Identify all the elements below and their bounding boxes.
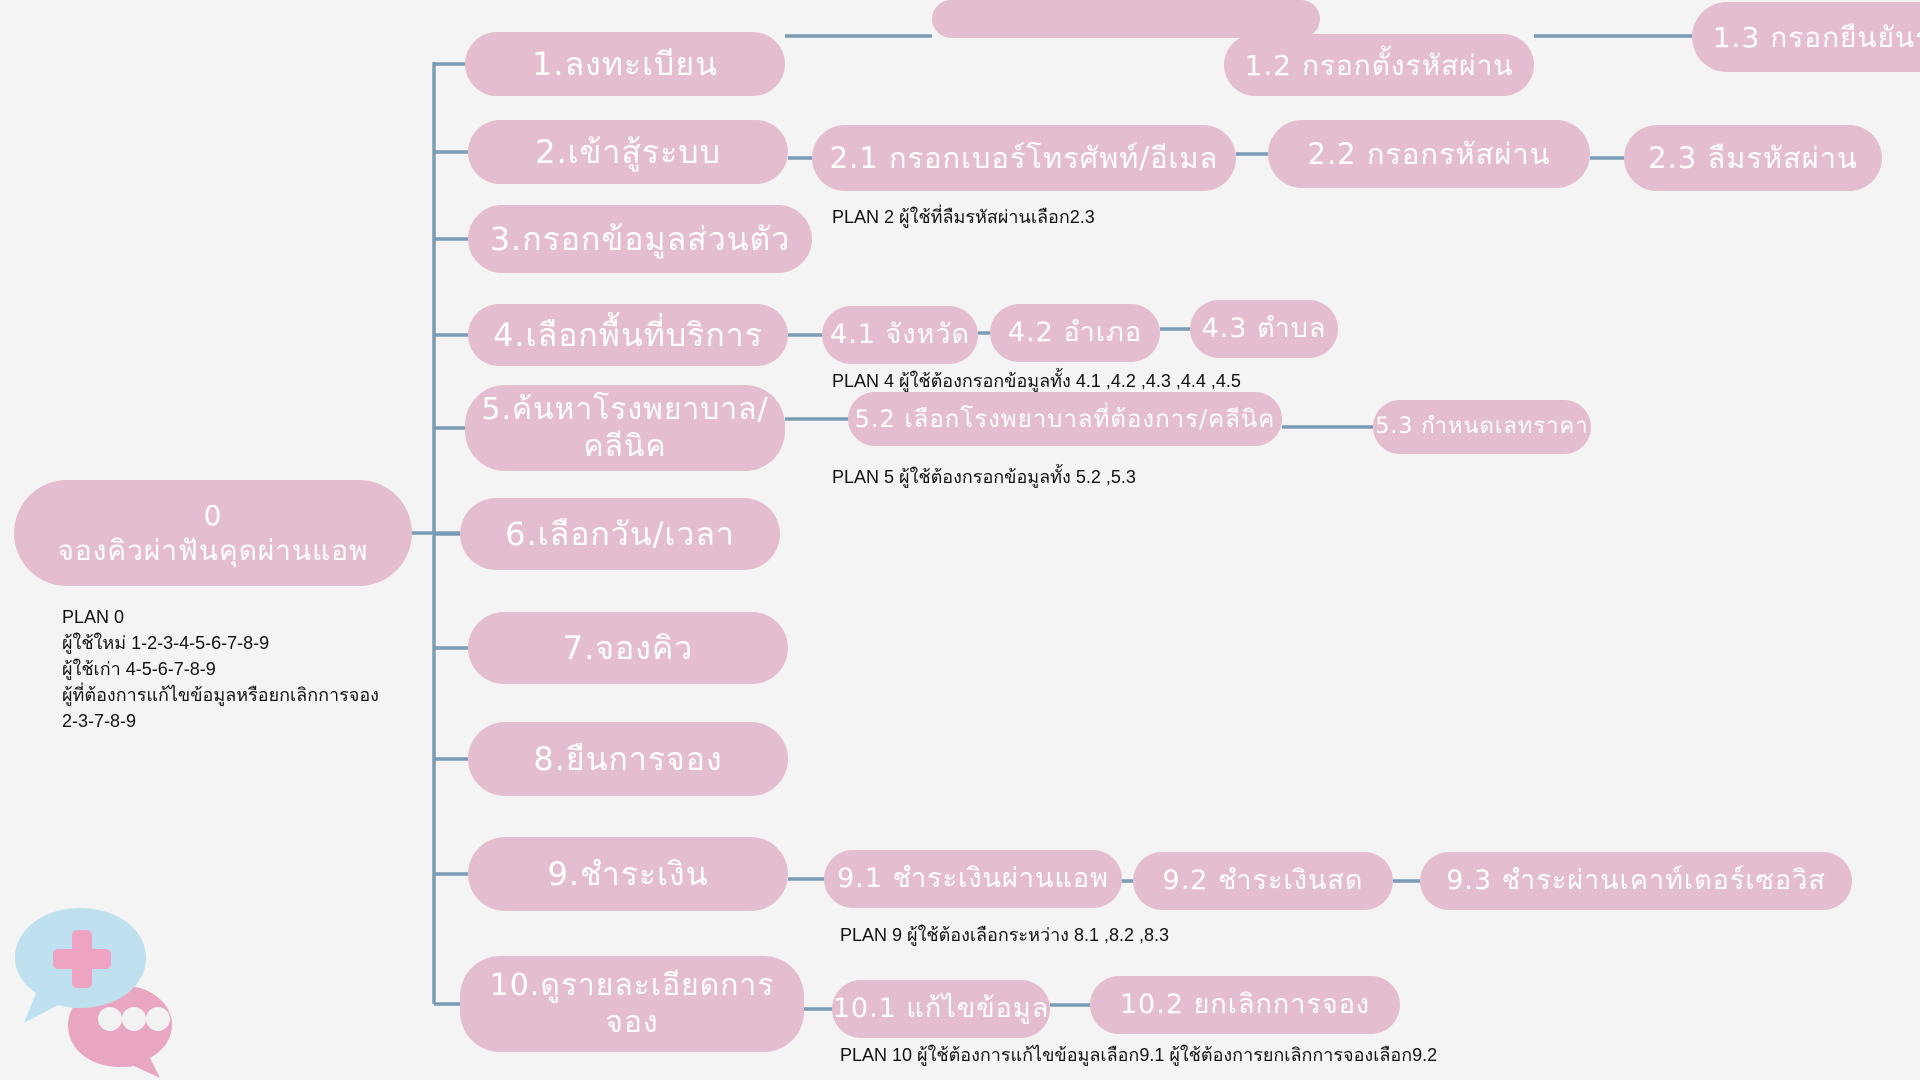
- step-4-sub-1-node: 4.1 จังหวัด: [822, 306, 978, 364]
- plan-0-note: PLAN 0 ผู้ใช้ใหม่ 1-2-3-4-5-6-7-8-9 ผู้ใ…: [62, 607, 379, 732]
- step-2-sub-2-node: 2.2 กรอกรหัสผ่าน: [1268, 120, 1590, 188]
- step-3-node: 3.กรอกข้อมูลส่วนตัว: [468, 205, 812, 273]
- step-9-node: 9.ชำระเงิน: [468, 837, 788, 911]
- step-4-sub-2-node: 4.2 อำเภอ: [990, 304, 1160, 362]
- step-10-sub-1-node: 10.1 แก้ไขข้อมูล: [832, 980, 1050, 1038]
- step-7-node: 7.จองคิว: [468, 612, 788, 684]
- cropped-top-node: [932, 0, 1320, 38]
- step-4-sub-3-node: 4.3 ตำบล: [1190, 300, 1338, 358]
- step-9-sub-1-node: 9.1 ชำระเงินผ่านแอพ: [824, 850, 1122, 908]
- step-2-sub-3-node: 2.3 ลืมรหัสผ่าน: [1624, 125, 1882, 191]
- plan-4-note: PLAN 4 ผู้ใช้ต้องกรอกข้อมูลทั้ง 4.1 ,4.2…: [832, 371, 1241, 391]
- step-6-node: 6.เลือกวัน/เวลา: [460, 498, 780, 570]
- medical-chat-bubbles-icon: [15, 908, 172, 1078]
- plan-9-note: PLAN 9 ผู้ใช้ต้องเลือกระหว่าง 8.1 ,8.2 ,…: [840, 925, 1170, 945]
- step-5-sub-1-node: 5.2 เลือกโรงพยาบาลที่ต้องการ/คลีนิค: [848, 392, 1282, 446]
- step-2-sub-1-node: 2.1 กรอกเบอร์โทรศัพท์/อีเมล: [812, 125, 1236, 191]
- plan-5-note: PLAN 5 ผู้ใช้ต้องกรอกข้อมูลทั้ง 5.2 ,5.3: [832, 467, 1136, 487]
- step-10-node: 10.ดูรายละเอียดการ จอง: [460, 956, 804, 1052]
- step-4-node: 4.เลือกพื้นที่บริการ: [468, 304, 788, 366]
- hierarchical-task-diagram: 0 จองคิวผ่าฟันคุดผ่านแอพ 1.ลงทะเบียน 1.2 …: [0, 0, 1920, 1080]
- step-10-sub-2-node: 10.2 ยกเลิกการจอง: [1090, 976, 1400, 1034]
- step-1-node: 1.ลงทะเบียน: [465, 32, 785, 96]
- step-8-node: 8.ยืนการจอง: [468, 722, 788, 796]
- step-5-node: 5.ค้นหาโรงพยาบาล/ คลีนิค: [465, 385, 785, 471]
- plan-2-note: PLAN 2 ผู้ใช้ที่ลืมรหัสผ่านเลือก2.3: [832, 207, 1095, 227]
- root-node: 0 จองคิวผ่าฟันคุดผ่านแอพ: [14, 480, 412, 586]
- step-5-sub-2-node: 5.3 กำหนดเลทราคา: [1373, 400, 1591, 454]
- step-1-sub-2-node: 1.3 กรอกยืนยันร: [1692, 2, 1920, 72]
- step-9-sub-2-node: 9.2 ชำระเงินสด: [1133, 852, 1393, 910]
- plan-10-note: PLAN 10 ผู้ใช้ต้องการแก้ไขข้อมูลเลือก9.1…: [840, 1045, 1438, 1065]
- step-1-sub-1-node: 1.2 กรอกตั้งรหัสผ่าน: [1224, 34, 1534, 96]
- step-2-node: 2.เข้าสู้ระบบ: [468, 120, 788, 184]
- step-9-sub-3-node: 9.3 ชำระผ่านเคาท์เตอร์เซอวิส: [1420, 852, 1852, 910]
